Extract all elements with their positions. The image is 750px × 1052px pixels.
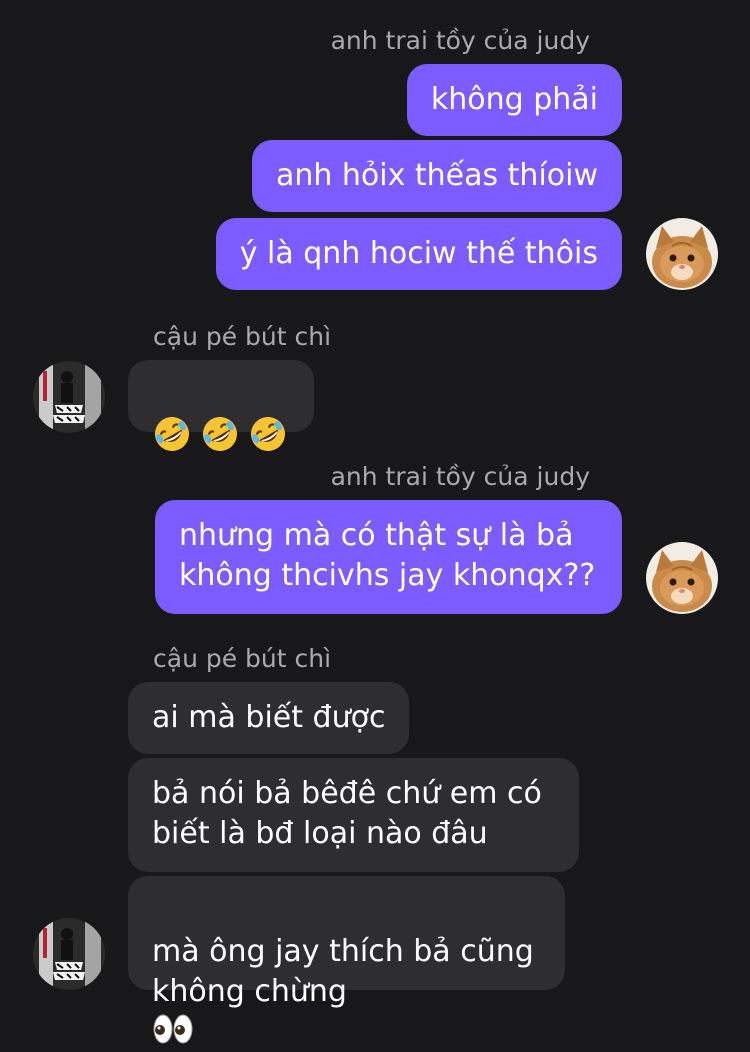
message-bubble-incoming[interactable]: mà ông jay thích bả cũng không chừng: [128, 876, 565, 1044]
laugh-emoji-row: [152, 414, 290, 454]
message-bubble-outgoing[interactable]: ý là qnh hociw thế thôis: [215, 218, 622, 290]
graffiti-avatar-icon[interactable]: [33, 361, 105, 433]
eyes-emoji: [153, 1014, 193, 1044]
sender-name-incoming: cậu pé bút chì: [153, 322, 332, 351]
rolling-on-floor-laughing-emoji: [203, 417, 237, 451]
message-bubble-incoming[interactable]: 🤣🤣🤣: [128, 360, 314, 451]
message-bubble-outgoing[interactable]: anh hỏix thếas thíoiw: [251, 140, 622, 212]
message-text: mà ông jay thích bả cũng không chừng: [152, 934, 534, 1009]
rolling-on-floor-laughing-emoji: [251, 417, 285, 451]
graffiti-avatar-icon[interactable]: [33, 918, 105, 990]
sender-name-outgoing: anh trai tồy của judy: [330, 462, 590, 491]
rolling-on-floor-laughing-emoji: [155, 417, 189, 451]
cat-avatar-icon[interactable]: [646, 542, 718, 614]
sender-name-outgoing: anh trai tồy của judy: [330, 26, 590, 55]
cat-avatar-icon[interactable]: [646, 218, 718, 290]
message-bubble-outgoing[interactable]: không phải: [406, 64, 622, 136]
message-bubble-incoming[interactable]: ai mà biết được: [128, 682, 410, 754]
message-bubble-outgoing[interactable]: nhưng mà có thật sự là bả không thcivhs …: [155, 500, 622, 614]
sender-name-incoming: cậu pé bút chì: [153, 644, 332, 673]
message-bubble-incoming[interactable]: bả nói bả bêđê chứ em có biết là bđ loại…: [128, 758, 579, 872]
